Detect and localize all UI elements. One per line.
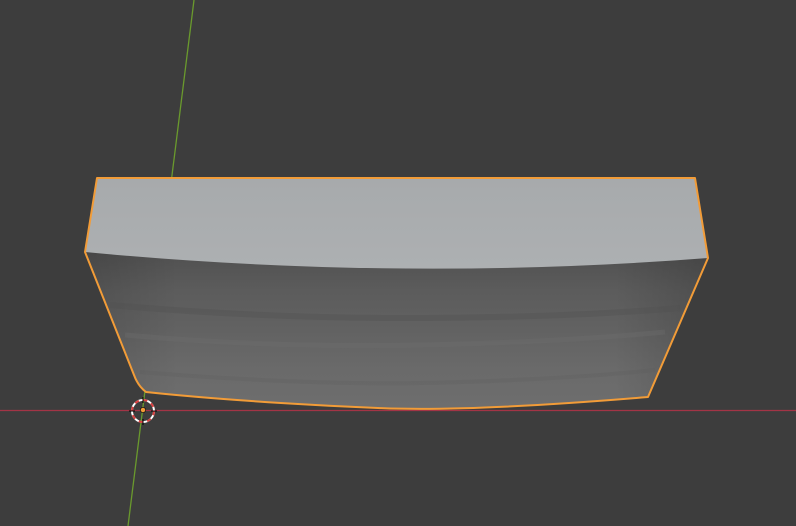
mesh-top-face[interactable] xyxy=(85,178,708,269)
3d-viewport[interactable] xyxy=(0,0,796,526)
viewport-scene[interactable] xyxy=(0,0,796,526)
object-origin-dot xyxy=(140,407,146,413)
mesh-front-face-shade xyxy=(85,252,708,409)
